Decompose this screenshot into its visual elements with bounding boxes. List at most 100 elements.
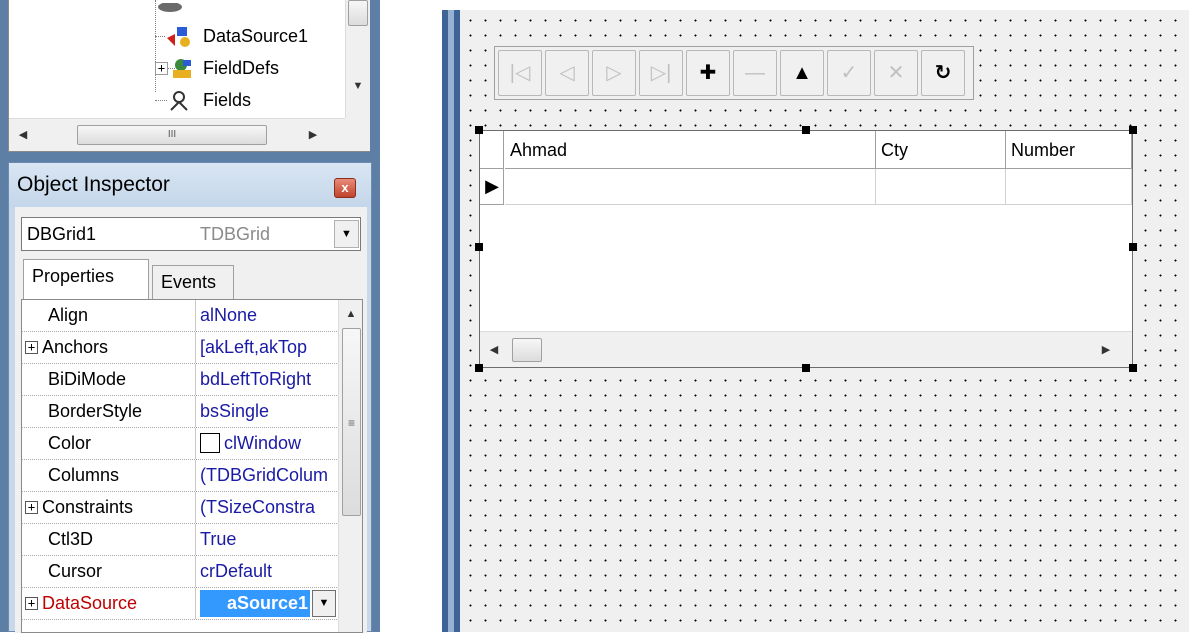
selection-handle[interactable] <box>475 364 483 372</box>
selection-handle[interactable] <box>475 126 483 134</box>
selection-handle[interactable] <box>475 243 483 251</box>
property-value-editor[interactable]: aSource1 <box>200 590 310 617</box>
object-tree-view[interactable]: DataSource1 + FieldDefs Fields ▼ ◀ III ▶ <box>8 0 370 152</box>
property-value[interactable]: (TSizeConstra <box>200 492 337 523</box>
grid-cell[interactable] <box>505 169 876 205</box>
nav-refresh-button[interactable]: ↻ <box>921 50 965 96</box>
tab-properties[interactable]: Properties <box>23 259 149 299</box>
property-value[interactable]: alNone <box>200 300 337 331</box>
property-row[interactable]: + Anchors [akLeft,akTop <box>22 332 337 364</box>
property-name: DataSource <box>22 588 196 619</box>
tree-vertical-scrollbar[interactable]: ▼ <box>345 0 370 118</box>
close-button[interactable]: x <box>334 178 356 198</box>
grid-cell[interactable] <box>876 169 1006 205</box>
property-row[interactable]: + Constraints (TSizeConstra <box>22 492 337 524</box>
nav-edit-button[interactable]: ▲ <box>780 50 824 96</box>
selection-handle[interactable] <box>802 364 810 372</box>
nav-delete-button[interactable]: — <box>733 50 777 96</box>
scroll-down-icon[interactable]: ▼ <box>348 80 368 92</box>
grid-indicator-header <box>480 131 504 169</box>
property-row[interactable]: Cursor crDefault <box>22 556 337 588</box>
property-name: Ctl3D <box>22 524 196 555</box>
grid-indicator-column: ▶ <box>480 131 504 205</box>
nav-insert-button[interactable]: ✚ <box>686 50 730 96</box>
scrollbar-thumb[interactable] <box>512 338 542 362</box>
scroll-left-icon[interactable]: ◀ <box>484 343 504 356</box>
nav-next-button[interactable]: ▷ <box>592 50 636 96</box>
property-row[interactable]: Columns (TDBGridColum <box>22 460 337 492</box>
property-grid-scrollbar[interactable]: ▲ ≡ <box>338 300 362 632</box>
nav-cancel-button[interactable]: ✕ <box>874 50 918 96</box>
refresh-icon: ↻ <box>934 62 952 84</box>
fielddefs-icon <box>169 58 195 88</box>
nav-first-button[interactable]: |◁ <box>498 50 542 96</box>
property-value[interactable]: clWindow <box>200 428 337 459</box>
property-row-selected[interactable]: + DataSource aSource1 ▼ <box>22 588 337 620</box>
selection-handle[interactable] <box>802 126 810 134</box>
db-navigator[interactable]: |◁ ◁ ▷ ▷| ✚ — ▲ ✓ ✕ ↻ <box>494 46 974 100</box>
grid-horizontal-scrollbar[interactable]: ◀ ▶ <box>480 331 1132 367</box>
property-name: BiDiMode <box>22 364 196 395</box>
row-indicator-icon: ▶ <box>480 169 504 205</box>
splitter[interactable] <box>442 0 460 632</box>
property-row[interactable]: Ctl3D True <box>22 524 337 556</box>
prior-record-icon: ◁ <box>559 62 575 84</box>
property-value[interactable]: crDefault <box>200 556 337 587</box>
component-type: TDBGrid <box>200 224 271 244</box>
chevron-down-icon[interactable]: ▼ <box>334 220 359 248</box>
grid-column-header[interactable]: Cty <box>876 131 1006 169</box>
scrollbar-thumb[interactable] <box>348 0 368 26</box>
selection-handle[interactable] <box>1129 364 1137 372</box>
window-title: Object Inspector <box>17 173 170 196</box>
component-name: DBGrid1 <box>27 224 97 244</box>
nav-prior-button[interactable]: ◁ <box>545 50 589 96</box>
color-swatch <box>200 433 220 453</box>
scrollbar-thumb[interactable]: ≡ <box>342 328 361 516</box>
property-value[interactable]: bsSingle <box>200 396 337 427</box>
check-icon: ✓ <box>840 62 858 84</box>
property-value[interactable]: bdLeftToRight <box>200 364 337 395</box>
next-record-icon: ▷ <box>606 62 622 84</box>
tree-expander[interactable]: + <box>155 62 168 75</box>
minus-icon: — <box>745 62 765 84</box>
tree-connector <box>155 0 156 92</box>
property-row[interactable]: Align alNone <box>22 300 337 332</box>
object-inspector-body: DBGrid1 TDBGrid ▼ Properties Events Alig… <box>15 207 367 633</box>
tab-events[interactable]: Events <box>152 265 234 299</box>
nav-last-button[interactable]: ▷| <box>639 50 683 96</box>
property-row[interactable]: Color clWindow <box>22 428 337 460</box>
selection-handle[interactable] <box>1129 126 1137 134</box>
nav-post-button[interactable]: ✓ <box>827 50 871 96</box>
scroll-right-icon[interactable]: ▶ <box>1096 343 1116 356</box>
close-icon: x <box>341 180 349 195</box>
first-record-icon: |◁ <box>509 62 531 84</box>
scroll-right-icon[interactable]: ▶ <box>303 128 323 141</box>
component-icon <box>155 0 185 12</box>
selection-handle[interactable] <box>1129 243 1137 251</box>
property-name: Cursor <box>22 556 196 587</box>
object-inspector-titlebar[interactable]: Object Inspector x <box>9 163 371 207</box>
property-row[interactable]: BiDiMode bdLeftToRight <box>22 364 337 396</box>
property-name: BorderStyle <box>22 396 196 427</box>
scrollbar-thumb[interactable]: III <box>77 125 267 145</box>
grid-column-header[interactable]: Ahmad <box>505 131 876 169</box>
object-inspector-window: Object Inspector x DBGrid1 TDBGrid ▼ Pro… <box>8 162 372 633</box>
grid-column-header[interactable]: Number <box>1006 131 1132 169</box>
fields-icon <box>167 90 193 120</box>
designer-top-edge <box>380 0 1189 10</box>
tree-horizontal-scrollbar[interactable]: ◀ III ▶ <box>9 118 345 151</box>
chevron-down-icon[interactable]: ▼ <box>312 590 336 617</box>
plus-icon: ✚ <box>699 62 717 84</box>
property-value[interactable]: [akLeft,akTop <box>200 332 337 363</box>
property-name: Anchors <box>22 332 196 363</box>
property-value[interactable]: (TDBGridColum <box>200 460 337 491</box>
grid-cell[interactable] <box>1006 169 1132 205</box>
property-value-text: clWindow <box>224 433 302 453</box>
component-selector[interactable]: DBGrid1 TDBGrid ▼ <box>21 217 361 251</box>
scroll-left-icon[interactable]: ◀ <box>13 128 33 141</box>
property-value[interactable]: True <box>200 524 337 555</box>
dbgrid[interactable]: ▶ Ahmad Cty Number ◀ ▶ <box>479 130 1133 368</box>
scrollbar-grip: III <box>167 129 177 140</box>
property-row[interactable]: BorderStyle bsSingle <box>22 396 337 428</box>
scroll-up-icon[interactable]: ▲ <box>341 308 361 320</box>
